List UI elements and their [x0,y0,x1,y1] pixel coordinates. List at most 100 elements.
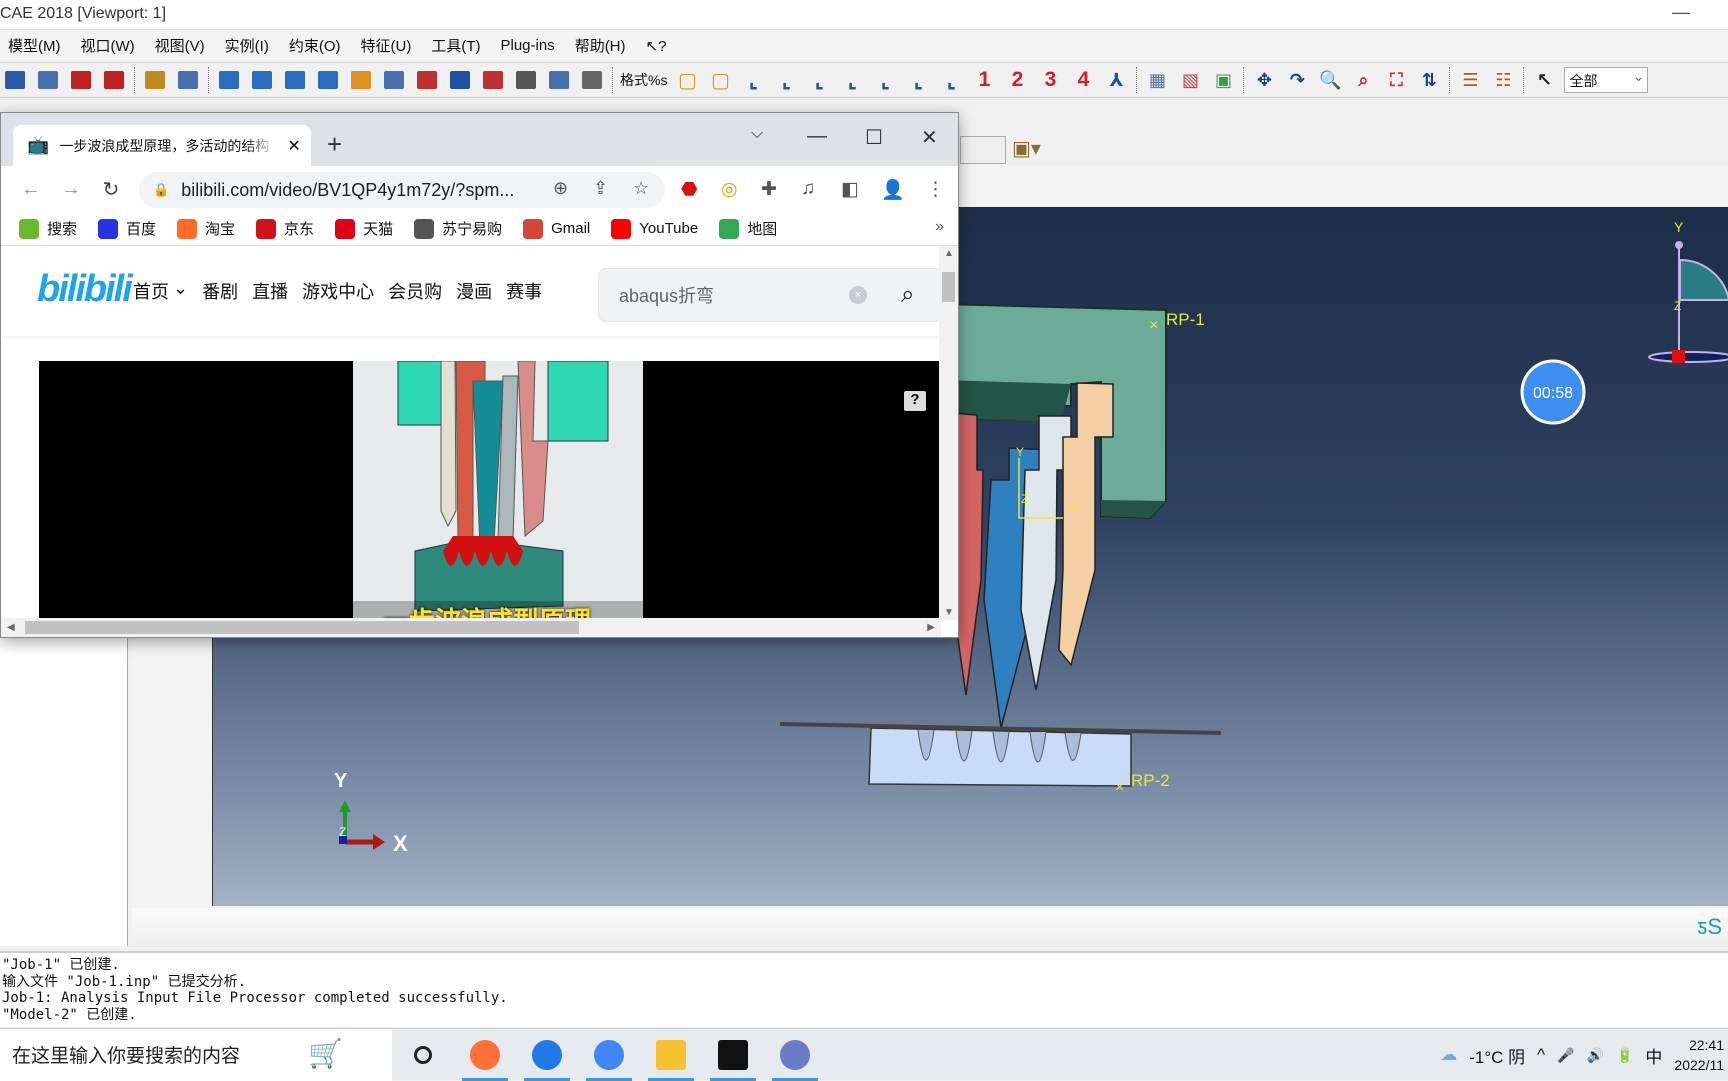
arrow-icon[interactable] [447,67,473,93]
view-front-icon[interactable]: ⌞ [740,67,766,93]
format-button[interactable]: 格式%s [620,67,667,93]
more-menu-icon[interactable]: ⋮ [926,178,945,201]
bookmark-京东[interactable]: 京东 [256,218,314,239]
shaded-cube-icon[interactable]: ▢ [707,67,733,93]
reload-button[interactable]: ↻ [91,177,131,202]
tab-close-icon[interactable]: ✕ [287,136,300,156]
view-number-button[interactable]: 3 [1037,67,1063,93]
module-combo[interactable] [960,136,1006,164]
view-number-button[interactable]: 2 [1004,67,1030,93]
minimize-button[interactable]: — [1672,2,1690,23]
select-arrow-icon[interactable]: ↖ [1531,67,1557,93]
battery-icon[interactable]: 🔋 [1616,1047,1633,1064]
ime-indicator[interactable]: 中 [1645,1043,1662,1068]
chevron-down-icon[interactable]: ⌄ [173,278,188,304]
media-control-icon[interactable]: ♫ [801,178,815,200]
viewport-tile-v-icon[interactable] [315,67,341,93]
taskbar-search[interactable]: 在这里输入你要搜索的内容 🛒 [0,1028,392,1081]
shopping-cart-icon[interactable]: 🛒 [308,1037,343,1070]
iso-view-icon[interactable]: ⌞ [938,67,964,93]
maximize-button[interactable]: ☐ [865,125,883,150]
menu-item[interactable]: 视图(V) [155,35,205,56]
minimize-button[interactable]: — [807,125,827,148]
file-explorer-icon[interactable] [640,1029,702,1081]
cycle-icon[interactable]: ⇅ [1416,67,1442,93]
site-nav-item[interactable]: 漫画 [456,278,492,304]
import-icon[interactable] [68,67,94,93]
profile-avatar-icon[interactable]: 👤 [881,178,905,202]
mesh-cube-icon[interactable]: ▦ [1144,67,1170,93]
search-icon[interactable]: ⌕ [901,281,914,309]
address-bar[interactable]: 🔒 bilibili.com/video/BV1QP4y1m72y/?spm..… [139,172,665,208]
zoom-icon[interactable]: 🔍 [1317,67,1343,93]
viewport-single-icon[interactable] [216,67,242,93]
site-nav-item[interactable]: 直播 [252,278,288,304]
view-left-icon[interactable]: ⌞ [872,67,898,93]
site-nav-item[interactable]: 赛事 [506,278,542,304]
view-number-button[interactable]: 4 [1070,67,1096,93]
extensions-puzzle-icon[interactable]: ✚ [761,178,777,201]
select-pointer-icon[interactable] [513,67,539,93]
view-top-icon[interactable]: ⌞ [806,67,832,93]
menu-item[interactable]: ↖? [646,37,667,55]
bookmark-百度[interactable]: 百度 [98,218,156,239]
volume-icon[interactable]: 🔊 [1587,1047,1604,1064]
terminal-icon[interactable] [702,1029,764,1081]
menu-item[interactable]: 特征(U) [361,35,412,56]
viewport-tile-h-icon[interactable] [282,67,308,93]
view-manipulator[interactable]: Y Z [1648,219,1728,363]
view-number-button[interactable]: 1 [971,67,997,93]
adblock-extension-icon[interactable]: ⬣ [681,178,698,201]
menu-item[interactable]: 帮助(H) [575,35,626,56]
bilibili-logo[interactable]: bilibili [37,268,133,311]
bookmark-苏宁易购[interactable]: 苏宁易购 [414,218,502,239]
close-button[interactable]: ✕ [921,125,938,150]
bookmark-地图[interactable]: 地图 [719,218,777,239]
back-button[interactable]: ← [11,178,51,201]
zoom-icon[interactable]: ⊕ [553,178,568,199]
forward-button[interactable]: → [51,178,91,201]
site-nav-item[interactable]: 游戏中心 [302,278,374,304]
cortana-icon[interactable] [392,1029,454,1081]
bookmark-YouTube[interactable]: YouTube [611,218,698,239]
site-nav-item[interactable]: 番剧 [202,278,238,304]
clock[interactable]: 22:41 2022/11 [1674,1035,1724,1075]
legend-icon[interactable] [579,67,605,93]
menu-item[interactable]: Plug-ins [500,37,554,54]
box-zoom-icon[interactable]: ⌕ [1350,67,1376,93]
view-right-icon[interactable]: ⌞ [905,67,931,93]
text-arrow-icon[interactable] [414,67,440,93]
export-icon[interactable] [101,67,127,93]
view-bottom-icon[interactable]: ⌞ [839,67,865,93]
selection-filter-combo[interactable]: 全部 [1564,67,1649,93]
datum-icon[interactable] [142,67,168,93]
menu-item[interactable]: 约束(O) [289,35,341,56]
annotation-list-icon[interactable] [381,67,407,93]
table-icon[interactable] [175,67,201,93]
side-panel-icon[interactable]: ◧ [841,178,859,201]
tab-bilibili[interactable]: 📺 一步波浪成型原理，多活动的结构 ✕ [13,125,311,166]
bookmarks-overflow-button[interactable]: » [935,218,944,236]
triad-rotate-icon[interactable]: ⅄ [1103,67,1129,93]
viewport-cascade-icon[interactable] [249,67,275,93]
tab-search-chevron-icon[interactable]: ⌵ [751,125,763,143]
new-tab-button[interactable]: + [327,129,342,160]
pan-icon[interactable]: ✥ [1251,67,1277,93]
share-icon[interactable]: ⇪ [593,178,608,199]
horizontal-scrollbar[interactable]: ◀ ▶ [1,618,941,637]
viewport-link-icon[interactable] [348,67,374,93]
print-icon[interactable] [35,67,61,93]
abaqus-icon[interactable] [764,1029,826,1081]
site-search-input[interactable]: abaqus折弯 × ⌕ [598,268,941,322]
bookmark-star-icon[interactable]: ☆ [633,178,649,199]
ladder-icon[interactable]: ☰ [1457,67,1483,93]
bookmark-淘宝[interactable]: 淘宝 [177,218,235,239]
hidden-cube-icon[interactable]: ▧ [1177,67,1203,93]
clear-search-icon[interactable]: × [849,286,867,304]
weather-text[interactable]: -1°C 阴 [1469,1043,1525,1068]
firefox-icon[interactable] [454,1029,516,1081]
tray-chevron-icon[interactable]: ^ [1537,1045,1545,1065]
menu-item[interactable]: 实例(I) [225,35,269,56]
menu-item[interactable]: 模型(M) [8,35,61,56]
bookmark-搜索[interactable]: 搜索 [19,218,77,239]
